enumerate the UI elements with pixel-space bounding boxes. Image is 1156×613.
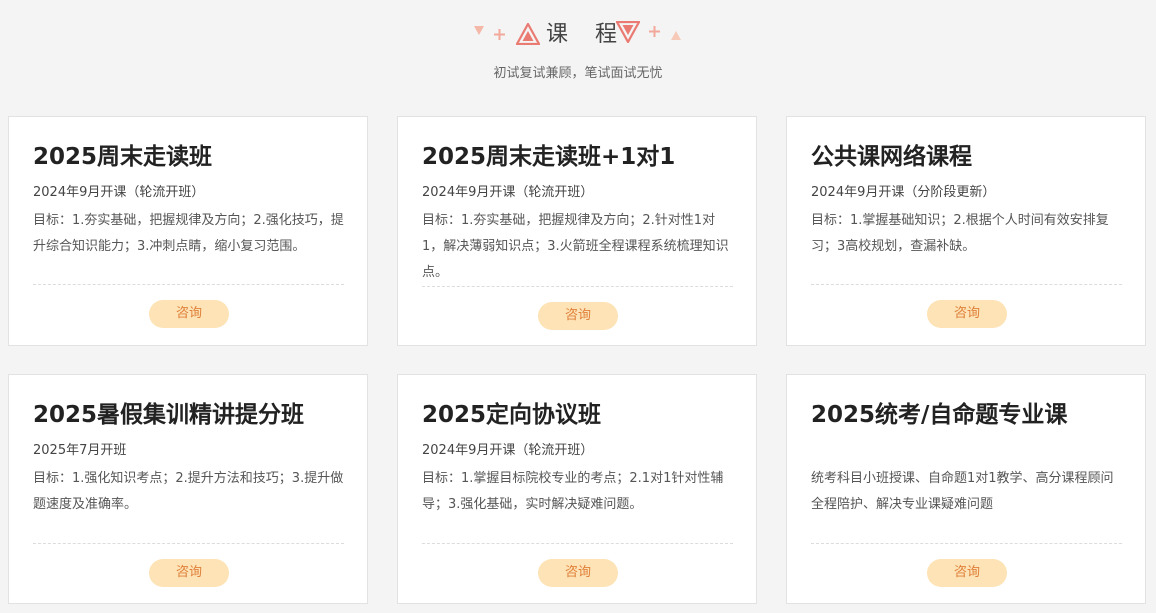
consult-button[interactable]: 咨询 [927, 300, 1007, 328]
course-description: 目标：1.夯实基础，把握规律及方向；2.强化技巧，提升综合知识能力；3.冲刺点睛… [33, 213, 344, 254]
title-row: 课 程 [0, 18, 1156, 52]
divider [422, 543, 733, 544]
consult-button[interactable]: 咨询 [927, 559, 1007, 587]
course-start-date: 2024年9月开课（分阶段更新） [811, 185, 996, 200]
course-start-date: 2024年9月开课（轮流开班） [33, 185, 205, 200]
plus-icon [649, 26, 660, 37]
divider [33, 284, 344, 285]
course-title: 2025暑假集训精讲提分班 [33, 402, 305, 428]
triangle-down-icon [616, 21, 640, 43]
consult-button[interactable]: 咨询 [149, 300, 229, 328]
section-header: 课 程 初试复试兼顾，笔试面试无忧 [0, 0, 1156, 110]
course-description: 目标：1.掌握目标院校专业的考点；2.1对1针对性辅导；3.强化基础，实时解决疑… [422, 471, 724, 512]
triangle-up-icon [516, 23, 540, 45]
course-description: 目标：1.强化知识考点；2.提升方法和技巧；3.提升做题速度及准确率。 [33, 471, 344, 512]
course-card: 2025定向协议班 2024年9月开课（轮流开班） 目标：1.掌握目标院校专业的… [397, 374, 757, 604]
course-title: 2025周末走读班+1对1 [422, 144, 676, 170]
section-title: 课 程 [546, 22, 627, 47]
small-triangle-up-icon [671, 31, 681, 40]
course-card: 2025周末走读班+1对1 2024年9月开课（轮流开班） 目标：1.夯实基础，… [397, 116, 757, 346]
course-description: 目标：1.夯实基础，把握规律及方向；2.针对性1对1，解决薄弱知识点；3.火箭班… [422, 213, 729, 280]
consult-button[interactable]: 咨询 [538, 302, 618, 330]
course-start-date: 2024年9月开课（轮流开班） [422, 185, 594, 200]
course-description: 目标：1.掌握基础知识；2.根据个人时间有效安排复习；3高校规划，查漏补缺。 [811, 213, 1109, 254]
plus-icon [494, 29, 505, 40]
course-card: 2025统考/自命题专业课 统考科目小班授课、自命题1对1教学、高分课程顾问全程… [786, 374, 1146, 604]
course-title: 公共课网络课程 [811, 144, 972, 170]
course-title: 2025定向协议班 [422, 402, 602, 428]
course-card: 公共课网络课程 2024年9月开课（分阶段更新） 目标：1.掌握基础知识；2.根… [786, 116, 1146, 346]
course-title: 2025周末走读班 [33, 144, 213, 170]
consult-button[interactable]: 咨询 [538, 559, 618, 587]
course-title: 2025统考/自命题专业课 [811, 402, 1068, 428]
course-start-date: 2024年9月开课（轮流开班） [422, 443, 594, 458]
section-subtitle: 初试复试兼顾，笔试面试无忧 [493, 66, 663, 81]
course-card: 2025暑假集训精讲提分班 2025年7月开班 目标：1.强化知识考点；2.提升… [8, 374, 368, 604]
small-triangle-down-icon [474, 26, 484, 35]
course-description: 统考科目小班授课、自命题1对1教学、高分课程顾问全程陪护、解决专业课疑难问题 [811, 471, 1114, 512]
consult-button[interactable]: 咨询 [149, 559, 229, 587]
divider [33, 543, 344, 544]
divider [811, 284, 1122, 285]
course-card: 2025周末走读班 2024年9月开课（轮流开班） 目标：1.夯实基础，把握规律… [8, 116, 368, 346]
course-start-date: 2025年7月开班 [33, 443, 127, 458]
divider [811, 543, 1122, 544]
divider [422, 286, 733, 287]
